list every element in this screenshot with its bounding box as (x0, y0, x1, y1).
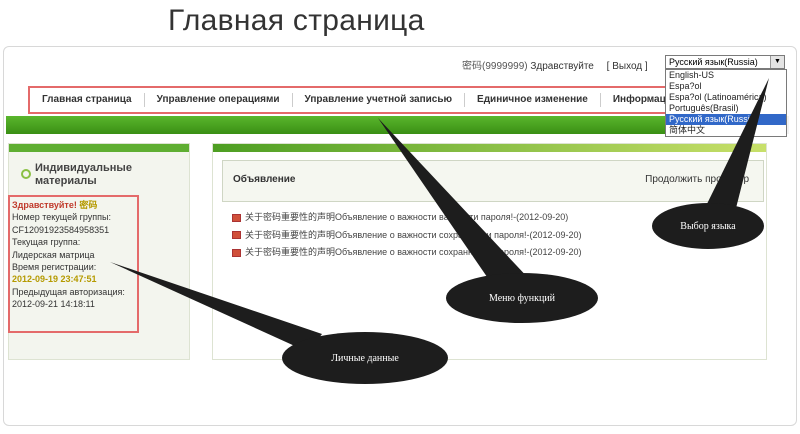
menu-callout: Меню функций (446, 273, 598, 323)
menu-callout-tail (378, 118, 532, 290)
language-callout: Выбор языка (652, 203, 764, 249)
personal-callout-tail (110, 262, 322, 352)
language-callout-tail (702, 78, 769, 216)
personal-callout: Личные данные (282, 332, 448, 384)
